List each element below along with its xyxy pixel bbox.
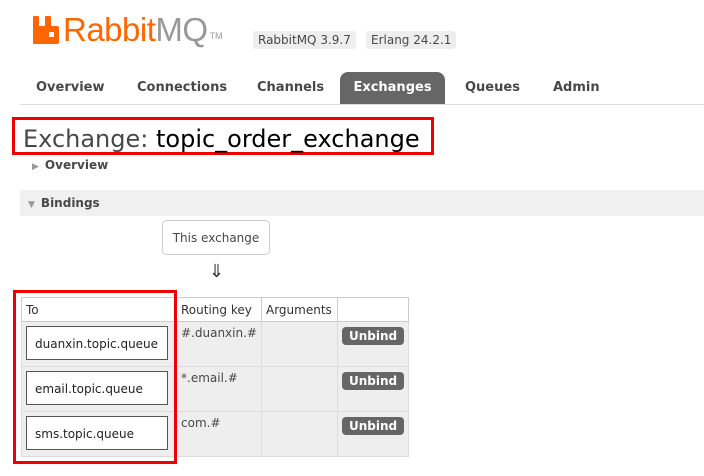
logo-text: RabbitMQ [63, 11, 208, 48]
section-bindings-label: Bindings [40, 196, 100, 210]
section-overview-header[interactable]: ▶ Overview [20, 155, 704, 181]
this-exchange-box: This exchange [162, 220, 270, 255]
rabbitmq-version-badge: RabbitMQ 3.9.7 [253, 31, 356, 49]
actions-cell: Unbind [336, 321, 410, 367]
exchange-name: topic_order_exchange [155, 125, 420, 153]
title-highlight-box: Exchange: topic_order_exchange [12, 117, 434, 155]
column-header-routing-key: Routing key [176, 297, 262, 322]
tab-channels[interactable]: Channels [257, 72, 324, 104]
unbind-button[interactable]: Unbind [342, 372, 405, 390]
tab-admin[interactable]: Admin [553, 72, 600, 104]
down-arrow-icon: ⇓ [209, 261, 225, 282]
collapsed-triangle-icon: ▶ [32, 162, 39, 172]
section-overview-label: Overview [44, 158, 109, 172]
unbind-button[interactable]: Unbind [342, 327, 405, 345]
page-title: Exchange: topic_order_exchange [23, 125, 420, 153]
expanded-triangle-icon: ▼ [28, 200, 35, 210]
section-bindings-header[interactable]: ▼ Bindings [20, 190, 704, 216]
arguments-cell [261, 411, 338, 457]
column-header-arguments: Arguments [261, 297, 338, 322]
unbind-button[interactable]: Unbind [342, 417, 405, 435]
tab-connections[interactable]: Connections [137, 72, 227, 104]
tab-queues[interactable]: Queues [465, 72, 520, 104]
arguments-cell [261, 366, 338, 412]
tab-overview[interactable]: Overview [36, 72, 105, 104]
actions-cell: Unbind [336, 411, 410, 457]
to-column-highlight-box [13, 290, 177, 464]
routing-key-cell: *.email.# [176, 366, 262, 412]
arguments-cell [261, 321, 338, 367]
routing-key-cell: com.# [176, 411, 262, 457]
logo-trademark: TM [209, 31, 223, 41]
erlang-version-badge: Erlang 24.2.1 [366, 31, 457, 49]
rabbitmq-logo-icon [33, 16, 59, 44]
page-title-prefix: Exchange: [23, 125, 156, 153]
main-nav-tabs: Overview Connections Channels Exchanges … [20, 72, 704, 105]
actions-cell: Unbind [336, 366, 410, 412]
rabbitmq-logo[interactable]: RabbitMQ TM [33, 13, 223, 47]
tab-exchanges[interactable]: Exchanges [340, 72, 445, 104]
column-header-actions [336, 297, 410, 322]
routing-key-cell: #.duanxin.# [176, 321, 262, 367]
